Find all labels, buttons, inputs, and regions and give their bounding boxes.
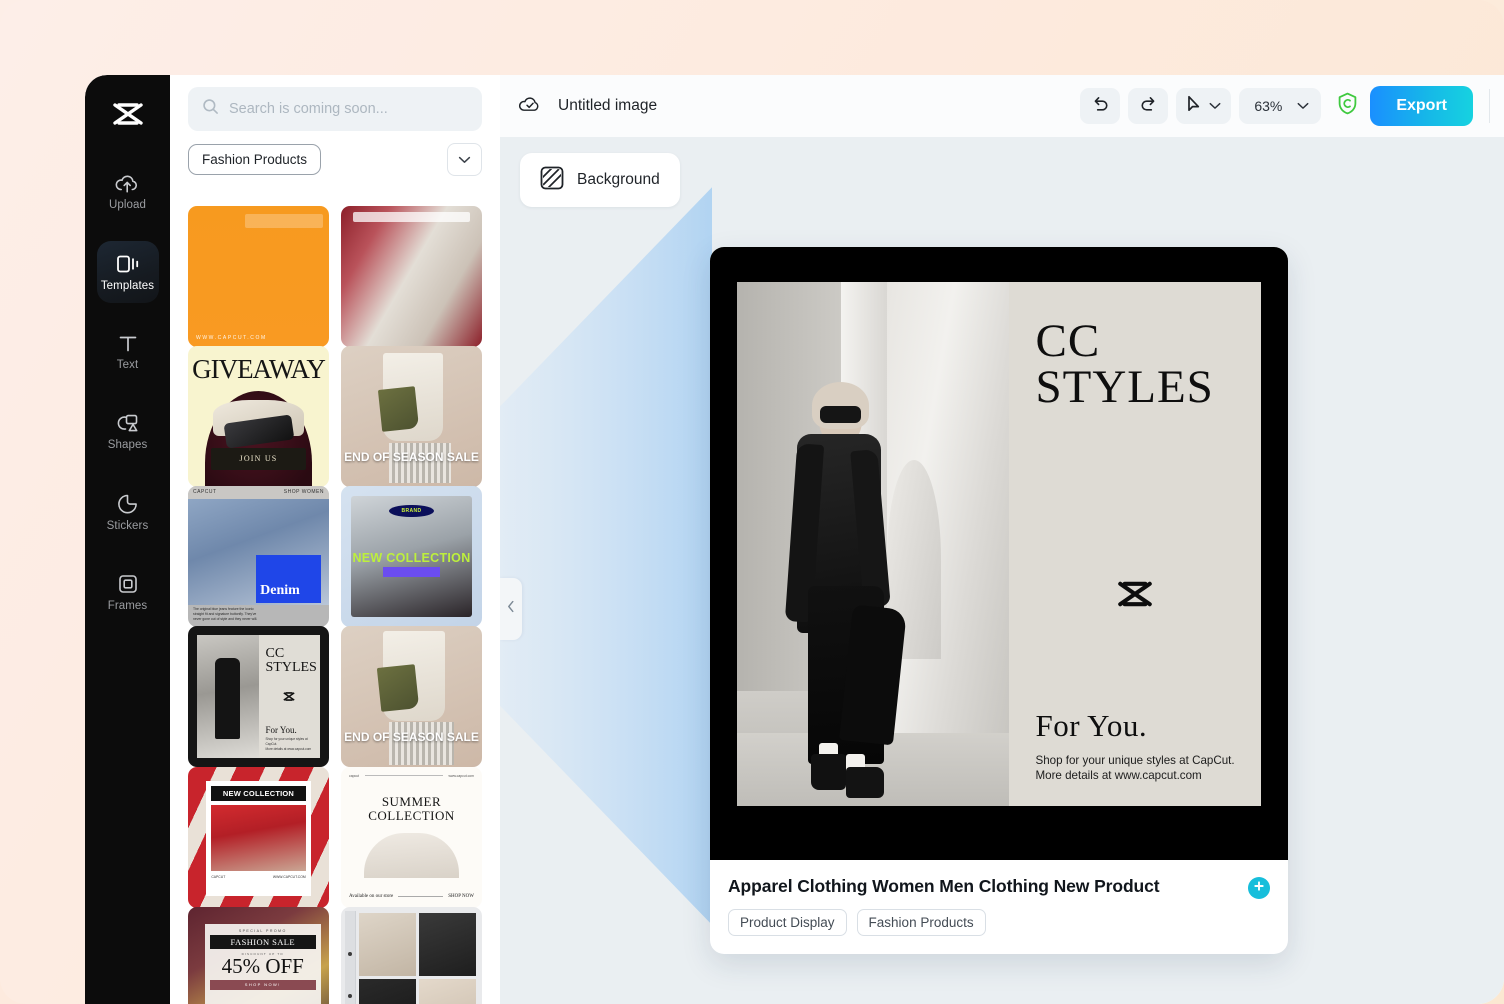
poster-subtext-line2: More details at www.capcut.com — [1035, 769, 1202, 783]
thumb-caption: NEW COLLECTION — [211, 785, 306, 801]
poster-photo — [737, 282, 1010, 806]
expand-filters-button[interactable] — [447, 143, 482, 176]
template-thumb[interactable]: capcut www.capcut.com SUMMER COLLECTION A… — [341, 766, 482, 908]
sidebar-item-label: Templates — [100, 279, 155, 292]
export-button[interactable]: Export — [1370, 86, 1473, 126]
sidebar-item-stickers[interactable]: Stickers — [97, 481, 159, 543]
templates-panel: WWW.CAPCUT.COM GIVEAWAY JOIN US END OF S… — [170, 75, 500, 1004]
chevron-down-icon — [458, 151, 471, 169]
thumb-caption: Denim — [260, 583, 300, 599]
background-button[interactable]: Background — [520, 153, 680, 207]
template-thumb[interactable]: CAPCUT SHOP WOMEN Denim The original blu… — [188, 486, 329, 628]
tag-fashion-products[interactable]: Fashion Products — [856, 909, 986, 936]
card-footer: Apparel Clothing Women Men Clothing New … — [710, 860, 1288, 954]
sidebar-item-templates[interactable]: Templates — [96, 241, 159, 303]
poster: CC STYLES For You. Shop for your unique … — [737, 282, 1261, 806]
app-window: Upload Templates Text Shapes Stickers Fr… — [85, 75, 1504, 1004]
sidebar-item-label: Upload — [108, 199, 147, 211]
add-template-button[interactable] — [1248, 877, 1270, 899]
copyright-shield-button[interactable] — [1337, 92, 1358, 120]
filter-row: Fashion Products — [188, 143, 482, 176]
page-background: Upload Templates Text Shapes Stickers Fr… — [0, 0, 1504, 1004]
template-thumb[interactable] — [341, 206, 482, 347]
sticker-icon — [116, 493, 139, 515]
template-thumb[interactable]: END OF SEASON SALE — [341, 346, 482, 488]
sidebar-item-frames[interactable]: Frames — [97, 561, 159, 623]
collapse-panel-handle[interactable] — [500, 578, 522, 640]
template-thumb[interactable]: CC STYLES For You. Shop for your unique … — [188, 626, 329, 768]
search-input[interactable] — [229, 101, 468, 117]
undo-icon — [1091, 95, 1110, 117]
tag-product-display[interactable]: Product Display — [728, 909, 847, 936]
thumb-caption: END OF SEASON SALE — [344, 449, 479, 464]
thumb-caption: SUMMER COLLECTION — [368, 793, 455, 824]
template-thumb[interactable] — [341, 906, 482, 1004]
chevron-down-icon — [1297, 97, 1309, 115]
cursor-select-icon — [1186, 95, 1202, 118]
chevron-down-icon — [1209, 97, 1221, 115]
cloud-upload-icon — [115, 173, 140, 194]
templates-icon — [115, 253, 141, 275]
shield-c-icon — [1337, 92, 1358, 120]
card-tags: Product Display Fashion Products — [728, 909, 1270, 936]
background-swatch-icon — [540, 166, 564, 195]
sidebar-item-label: Stickers — [106, 519, 149, 532]
thumb-caption: GIVEAWAY — [192, 354, 326, 385]
toolbar-divider — [1489, 89, 1490, 123]
undo-button[interactable] — [1080, 88, 1121, 124]
poster-title-line2: STYLES — [1035, 361, 1214, 414]
cursor-tool-dropdown[interactable] — [1176, 88, 1232, 124]
redo-button[interactable] — [1128, 88, 1169, 124]
capcut-logo-icon[interactable] — [107, 93, 149, 135]
poster-tagline: For You. — [1035, 707, 1148, 743]
sidebar-item-text[interactable]: Text — [97, 321, 159, 383]
thumb-caption: NEW COLLECTION — [352, 551, 471, 566]
preview-artboard: CC STYLES For You. Shop for your unique … — [710, 247, 1288, 860]
thumb-caption: END OF SEASON SALE — [344, 729, 479, 744]
search-icon — [202, 98, 219, 120]
plus-icon — [1253, 879, 1265, 897]
redo-icon — [1139, 95, 1158, 117]
filter-chip-fashion-products[interactable]: Fashion Products — [188, 144, 322, 175]
frames-icon — [117, 573, 139, 595]
template-thumb[interactable]: WWW.CAPCUT.COM — [188, 206, 329, 347]
templates-grid: WWW.CAPCUT.COM GIVEAWAY JOIN US END OF S… — [170, 75, 500, 1004]
text-t-icon — [117, 333, 139, 354]
panel-header: Fashion Products — [170, 75, 500, 186]
template-thumb[interactable]: GIVEAWAY JOIN US — [188, 346, 329, 488]
sidebar-item-shapes[interactable]: Shapes — [97, 401, 159, 463]
sidebar-item-label: Text — [116, 359, 139, 371]
template-thumb[interactable]: BRAND NEW COLLECTION — [341, 486, 482, 628]
poster-text-block: CC STYLES For You. Shop for your unique … — [1009, 282, 1261, 806]
editor-area: Untitled image 63% Export Background CC … — [500, 75, 1504, 1004]
poster-title-line1: CC — [1035, 315, 1101, 367]
chevron-left-icon — [507, 600, 515, 618]
thumb-caption: WWW.CAPCUT.COM — [196, 335, 267, 341]
poster-subtext-line1: Shop for your unique styles at CapCut. — [1035, 753, 1235, 767]
sidebar-item-upload[interactable]: Upload — [97, 161, 159, 223]
toolbar: Untitled image 63% Export — [500, 75, 1504, 137]
template-thumb[interactable]: SPECIAL PROMO FASHION SALE DISCOUNT UP T… — [188, 906, 329, 1004]
sidebar-item-label: Shapes — [107, 439, 148, 451]
zoom-level-value: 63% — [1254, 98, 1283, 114]
template-thumb[interactable]: NEW COLLECTION CAPCUT WWW.CAPCUT.COM — [188, 766, 329, 908]
cloud-saved-icon[interactable] — [518, 94, 542, 119]
thumb-caption: CC STYLES — [265, 646, 317, 675]
zoom-dropdown[interactable]: 63% — [1239, 88, 1322, 124]
background-button-label: Background — [577, 171, 660, 188]
sidebar-item-label: Frames — [107, 599, 148, 612]
template-thumb[interactable]: END OF SEASON SALE — [341, 626, 482, 768]
template-preview-card[interactable]: CC STYLES For You. Shop for your unique … — [710, 247, 1288, 954]
card-title: Apparel Clothing Women Men Clothing New … — [728, 876, 1160, 896]
left-nav-rail: Upload Templates Text Shapes Stickers Fr… — [85, 75, 170, 1004]
shapes-icon — [116, 413, 140, 434]
search-box[interactable] — [188, 87, 482, 131]
thumb-caption: 45% OFF — [221, 953, 304, 978]
capcut-logo-icon — [1118, 581, 1152, 612]
document-title[interactable]: Untitled image — [558, 97, 657, 115]
